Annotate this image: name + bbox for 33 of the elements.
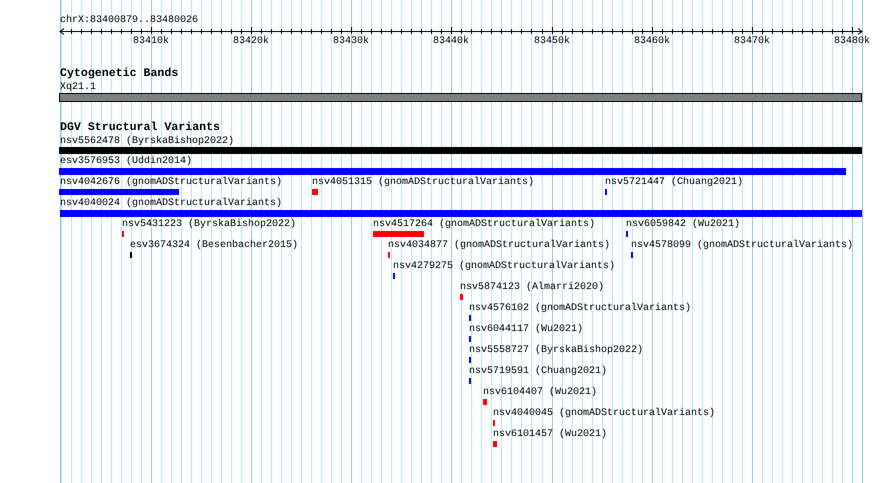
- variant-label: nsv5562478 (ByrskaBishop2022): [60, 136, 234, 147]
- band-label: Xq21.1: [60, 82, 96, 93]
- tick-label: 83410k: [133, 36, 169, 47]
- variant-label: nsv6059842 (Wu2021): [626, 219, 740, 230]
- tick-label: 83480k: [834, 36, 870, 47]
- variant-label: esv3674324 (Besenbacher2015): [130, 240, 298, 251]
- variant-label: esv3576953 (Uddin2014): [60, 156, 192, 167]
- variant-label: nsv4040024 (gnomADStructuralVariants): [60, 198, 282, 209]
- variant-label: nsv6101457 (Wu2021): [493, 429, 608, 440]
- variant-label: nsv4040045 (gnomADStructuralVariants): [493, 408, 716, 419]
- tick-label: 83440k: [433, 36, 469, 47]
- variant-label: nsv6044117 (Wu2021): [469, 324, 584, 335]
- track-title: Cytogenetic Bands: [60, 68, 178, 80]
- variant-label: nsv4576102 (gnomADStructuralVariants): [469, 303, 692, 314]
- variant-label: nsv5719591 (Chuang2021): [469, 366, 608, 377]
- variant-label: nsv5558727 (ByrskaBishop2022): [469, 345, 644, 356]
- variant-label: nsv5874123 (Almarri2020): [460, 282, 604, 293]
- tick-label: 83460k: [634, 36, 670, 47]
- variant-label: nsv5431223 (ByrskaBishop2022): [122, 219, 296, 230]
- variant-label: nsv4279275 (gnomADStructuralVariants): [393, 261, 616, 272]
- variant-label: nsv4051315 (gnomADStructuralVariants): [312, 177, 534, 188]
- variant-label: nsv4578099 (gnomADStructuralVariants): [631, 240, 854, 251]
- variant-label: nsv4034877 (gnomADStructuralVariants): [388, 240, 610, 251]
- tick-label: 83420k: [233, 36, 269, 47]
- track-title: DGV Structural Variants: [60, 122, 220, 134]
- variant-label: nsv5721447 (Chuang2021): [605, 177, 744, 188]
- region-label: chrX:83400879..83480026: [60, 15, 198, 26]
- tick-label: 83450k: [534, 36, 570, 47]
- variant-label: nsv4042676 (gnomADStructuralVariants): [60, 177, 282, 188]
- variant-label: nsv6104407 (Wu2021): [483, 387, 598, 398]
- tick-label: 83430k: [333, 36, 369, 47]
- tick-label: 83470k: [734, 36, 770, 47]
- variant-label: nsv4517264 (gnomADStructuralVariants): [373, 219, 596, 230]
